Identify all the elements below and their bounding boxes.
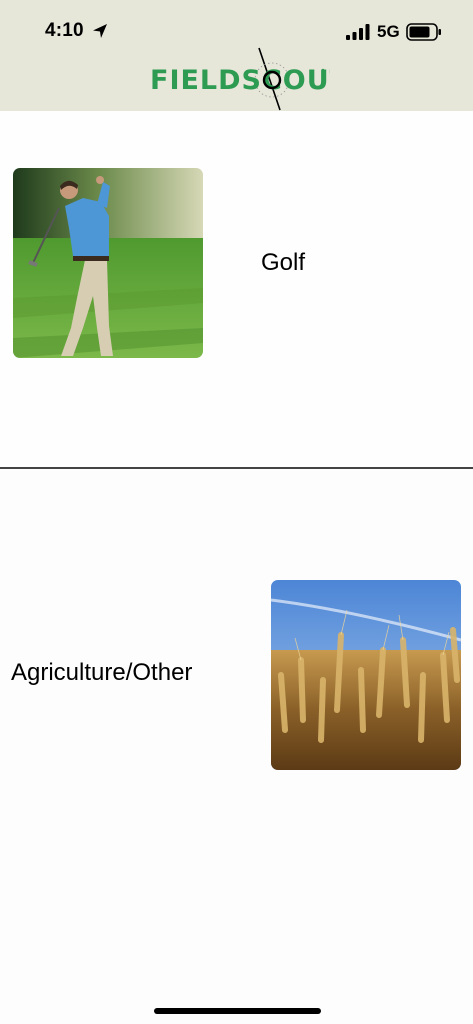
home-indicator[interactable] bbox=[154, 1008, 321, 1014]
option-label-golf: Golf bbox=[261, 249, 306, 276]
location-arrow-icon bbox=[93, 24, 107, 38]
option-label-agriculture: Agriculture/Other bbox=[11, 659, 193, 686]
fieldscout-logo: FIELDSCOUT bbox=[150, 47, 330, 111]
cellular-signal-icon bbox=[346, 24, 370, 40]
golf-image bbox=[13, 168, 203, 358]
wheat-image bbox=[271, 580, 461, 770]
battery-icon bbox=[406, 23, 441, 41]
logo-text: FIELDSCOUT bbox=[150, 65, 330, 96]
network-type: 5G bbox=[377, 22, 400, 41]
status-time: 4:10 bbox=[45, 20, 84, 41]
option-golf[interactable]: Golf bbox=[0, 111, 473, 467]
option-agriculture[interactable]: Agriculture/Other bbox=[0, 469, 473, 899]
app-header: 4:10 5G FIELDSCOUT bbox=[0, 0, 473, 111]
